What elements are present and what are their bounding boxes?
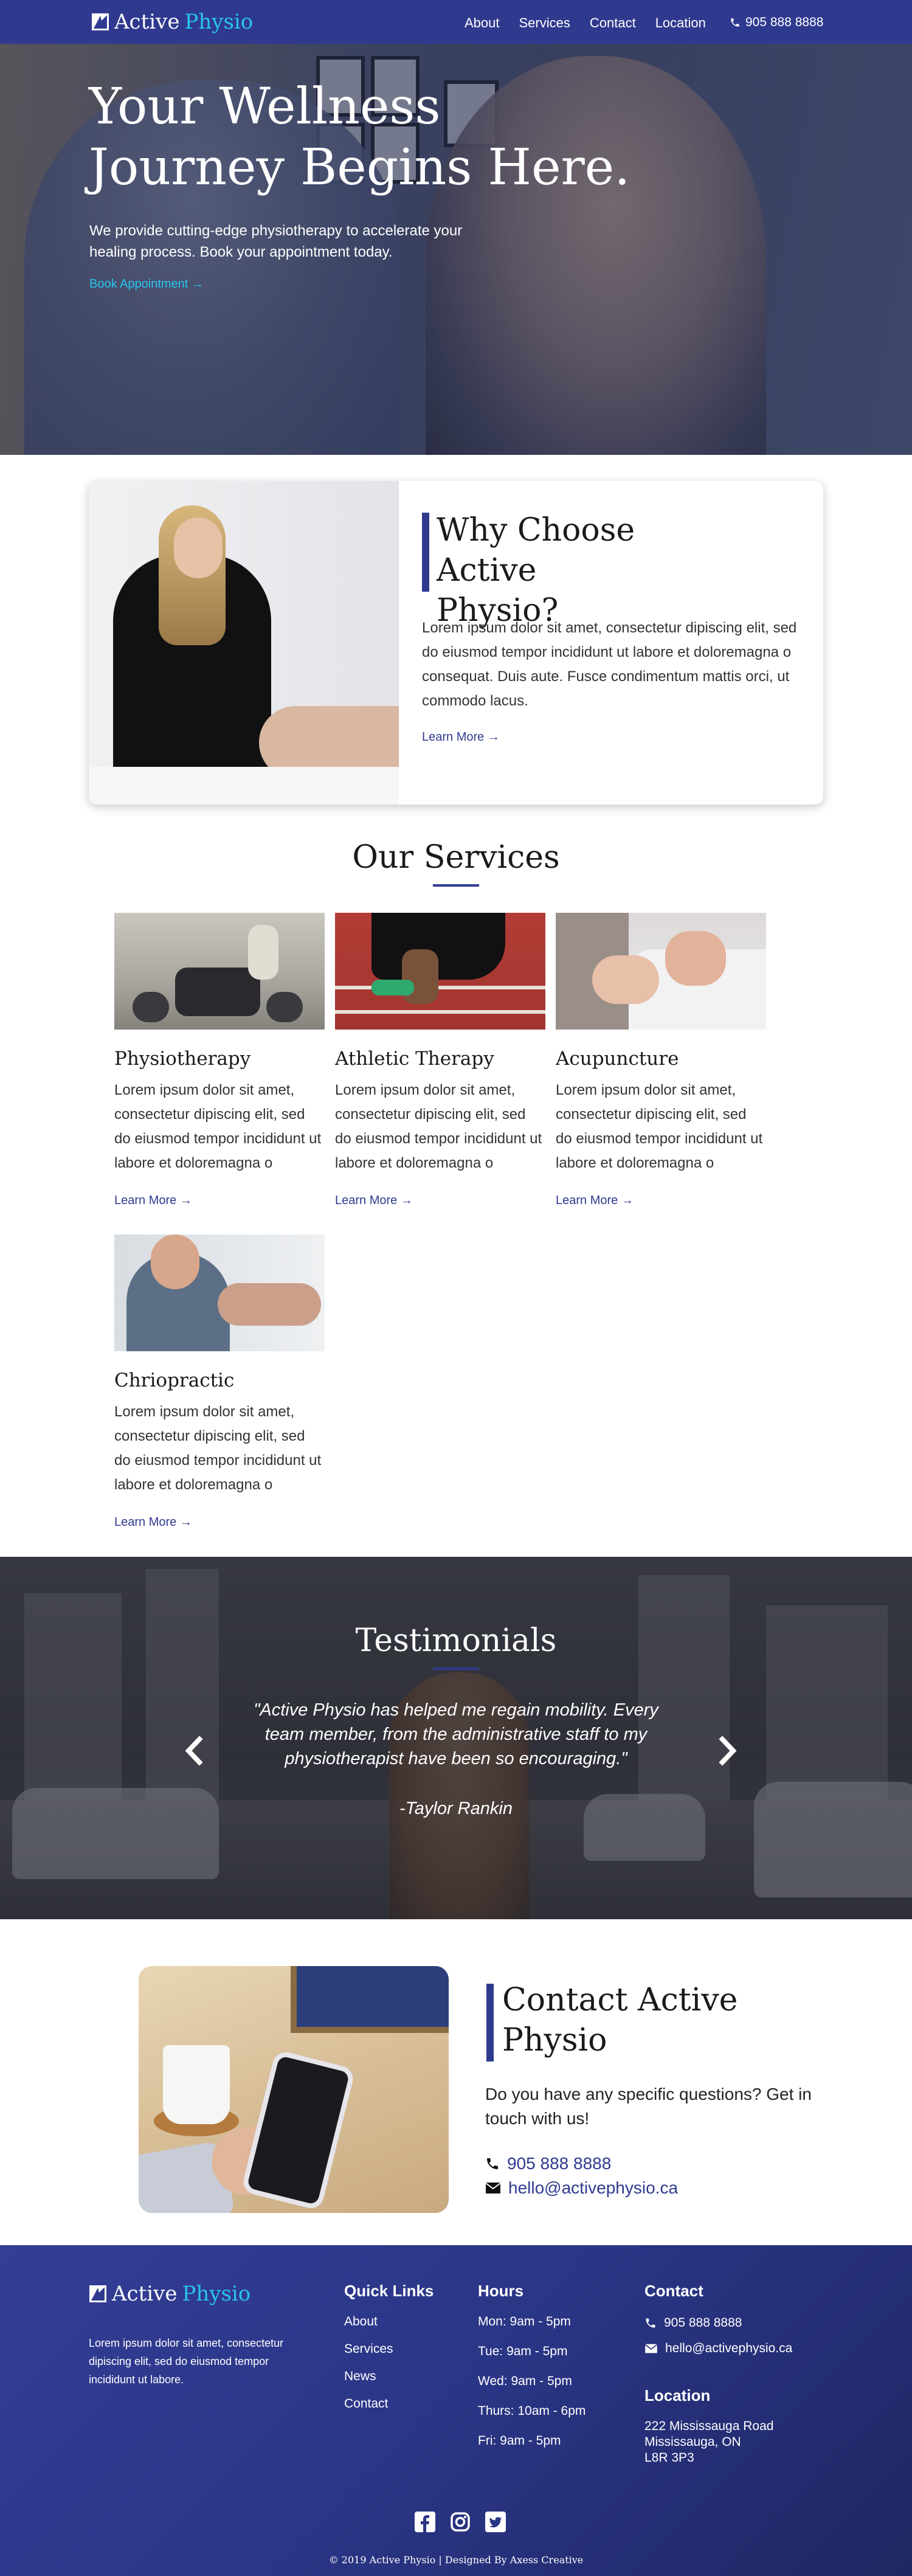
nav-phone-number: 905 888 8888: [745, 15, 824, 29]
service-description: Lorem ipsum dolor sit amet, consectetur …: [114, 1082, 322, 1171]
service-image: [335, 913, 545, 1030]
accent-bar: [486, 1984, 494, 2062]
chevron-right-icon[interactable]: [715, 1736, 739, 1766]
chevron-left-icon[interactable]: [182, 1736, 207, 1766]
phone-icon: [487, 2158, 498, 2169]
service-description: Lorem ipsum dolor sit amet, consectetur …: [335, 1082, 542, 1171]
site-logo[interactable]: Active Physio: [91, 10, 253, 34]
address-line: 222 Mississauga Road: [644, 2419, 774, 2433]
logo-text-physio: Physio: [184, 10, 254, 34]
service-name: Chriopractic: [114, 1369, 235, 1391]
envelope-icon: [485, 2183, 501, 2193]
phone-icon: [646, 2318, 655, 2328]
service-image: [114, 913, 325, 1030]
why-choose-text: Lorem ipsum dolor sit amet, consectetur …: [422, 620, 797, 709]
service-name: Physiotherapy: [114, 1048, 251, 1070]
footer-link-about[interactable]: About: [344, 2315, 378, 2329]
service-description: Lorem ipsum dolor sit amet, consectetur …: [114, 1404, 322, 1493]
logo-icon: [89, 2285, 106, 2302]
why-choose-title: Why Choose Active Physio?: [437, 512, 635, 629]
phone-icon: [731, 18, 739, 27]
hours-row: Mon: 9am - 5pm: [478, 2315, 571, 2328]
footer-email-address: hello@activephysio.ca: [665, 2341, 793, 2355]
testimonial-author: -Taylor Rankin: [399, 1799, 513, 1818]
hours-row: Tue: 9am - 5pm: [478, 2344, 568, 2358]
accent-bar: [422, 513, 429, 592]
services-title: Our Services: [352, 839, 560, 876]
testimonial-quote: "Active Physio has helped me regain mobi…: [254, 1700, 658, 1768]
service-learn-more[interactable]: Learn More →: [114, 1194, 192, 1208]
hero-text: We provide cutting-edge physiotherapy to…: [89, 223, 463, 260]
hours-row: Wed: 9am - 5pm: [478, 2374, 572, 2388]
footer-email[interactable]: hello@activephysio.ca: [644, 2341, 792, 2356]
service-card-chiropractic: Chriopractic Lorem ipsum dolor sit amet,…: [114, 1234, 325, 1539]
service-learn-more[interactable]: Learn More →: [556, 1194, 634, 1208]
footer-link-news[interactable]: News: [344, 2369, 376, 2384]
nav-link-contact[interactable]: Contact: [590, 15, 636, 31]
contact-title: Contact Active Physio: [502, 1982, 738, 2058]
book-appointment-link[interactable]: Book Appointment →: [89, 277, 204, 291]
footer-about-text: Lorem ipsum dolor sit amet, consectetur …: [89, 2337, 284, 2386]
service-card-athletic-therapy: Athletic Therapy Lorem ipsum dolor sit a…: [335, 913, 545, 1217]
copyright-text: © 2019 Active Physio | Designed By Axess…: [328, 2554, 584, 2566]
service-image: [114, 1234, 325, 1351]
logo-text-physio: Physio: [182, 2282, 251, 2306]
instagram-icon[interactable]: [450, 2512, 471, 2535]
title-underline: [433, 1667, 479, 1670]
nav-link-location[interactable]: Location: [655, 15, 706, 31]
title-underline: [433, 884, 479, 887]
location-title: Location: [644, 2386, 711, 2405]
logo-text-active: Active: [114, 10, 180, 34]
logo-icon: [92, 13, 109, 30]
footer-link-services[interactable]: Services: [344, 2342, 393, 2356]
why-choose-photo: [89, 481, 399, 805]
address-line: L8R 3P3: [644, 2451, 694, 2465]
contact-photo: [139, 1966, 449, 2213]
hours-row: Thurs: 10am - 6pm: [478, 2404, 586, 2418]
footer-phone[interactable]: 905 888 8888: [644, 2316, 742, 2330]
footer-link-contact[interactable]: Contact: [344, 2397, 388, 2411]
service-image: [556, 913, 766, 1030]
envelope-icon: [644, 2344, 658, 2353]
service-learn-more[interactable]: Learn More →: [335, 1194, 413, 1208]
service-description: Lorem ipsum dolor sit amet, consectetur …: [556, 1082, 763, 1171]
hero-title: Your Wellness Journey Begins Here.: [89, 78, 630, 196]
service-name: Athletic Therapy: [335, 1048, 494, 1070]
nav-link-about[interactable]: About: [465, 15, 500, 31]
hours-title: Hours: [478, 2282, 524, 2300]
nav-phone[interactable]: 905 888 8888: [730, 15, 823, 30]
social-links: [407, 2512, 513, 2535]
hours-row: Fri: 9am - 5pm: [478, 2434, 561, 2448]
contact-email-address: hello@activephysio.ca: [508, 2178, 679, 2197]
quick-links-title: Quick Links: [344, 2282, 434, 2300]
twitter-icon[interactable]: [485, 2512, 506, 2535]
why-choose-card: Why Choose Active Physio? Lorem ipsum do…: [89, 481, 823, 805]
address-line: Mississauga, ON: [644, 2435, 741, 2449]
contact-text: Do you have any specific questions? Get …: [485, 2085, 812, 2128]
service-name: Acupuncture: [556, 1048, 679, 1070]
why-choose-learn-more[interactable]: Learn More →: [422, 730, 500, 744]
service-card-acupuncture: Acupuncture Lorem ipsum dolor sit amet, …: [556, 913, 766, 1217]
contact-phone-number: 905 888 8888: [507, 2154, 612, 2173]
logo-text-active: Active: [112, 2282, 178, 2306]
service-card-physiotherapy: Physiotherapy Lorem ipsum dolor sit amet…: [114, 913, 325, 1217]
footer-logo[interactable]: Active Physio: [89, 2282, 250, 2306]
contact-email[interactable]: hello@activephysio.ca: [485, 2178, 678, 2198]
facebook-icon[interactable]: [415, 2512, 435, 2535]
testimonials-title: Testimonials: [355, 1622, 557, 1659]
nav-link-services[interactable]: Services: [519, 15, 570, 31]
footer-contact-title: Contact: [644, 2282, 703, 2300]
contact-phone[interactable]: 905 888 8888: [485, 2154, 611, 2173]
service-learn-more[interactable]: Learn More →: [114, 1515, 192, 1529]
nav-links: About Services Contact Location: [465, 15, 725, 31]
footer-phone-number: 905 888 8888: [664, 2316, 742, 2330]
top-navbar: Active Physio About Services Contact Loc…: [0, 0, 912, 44]
